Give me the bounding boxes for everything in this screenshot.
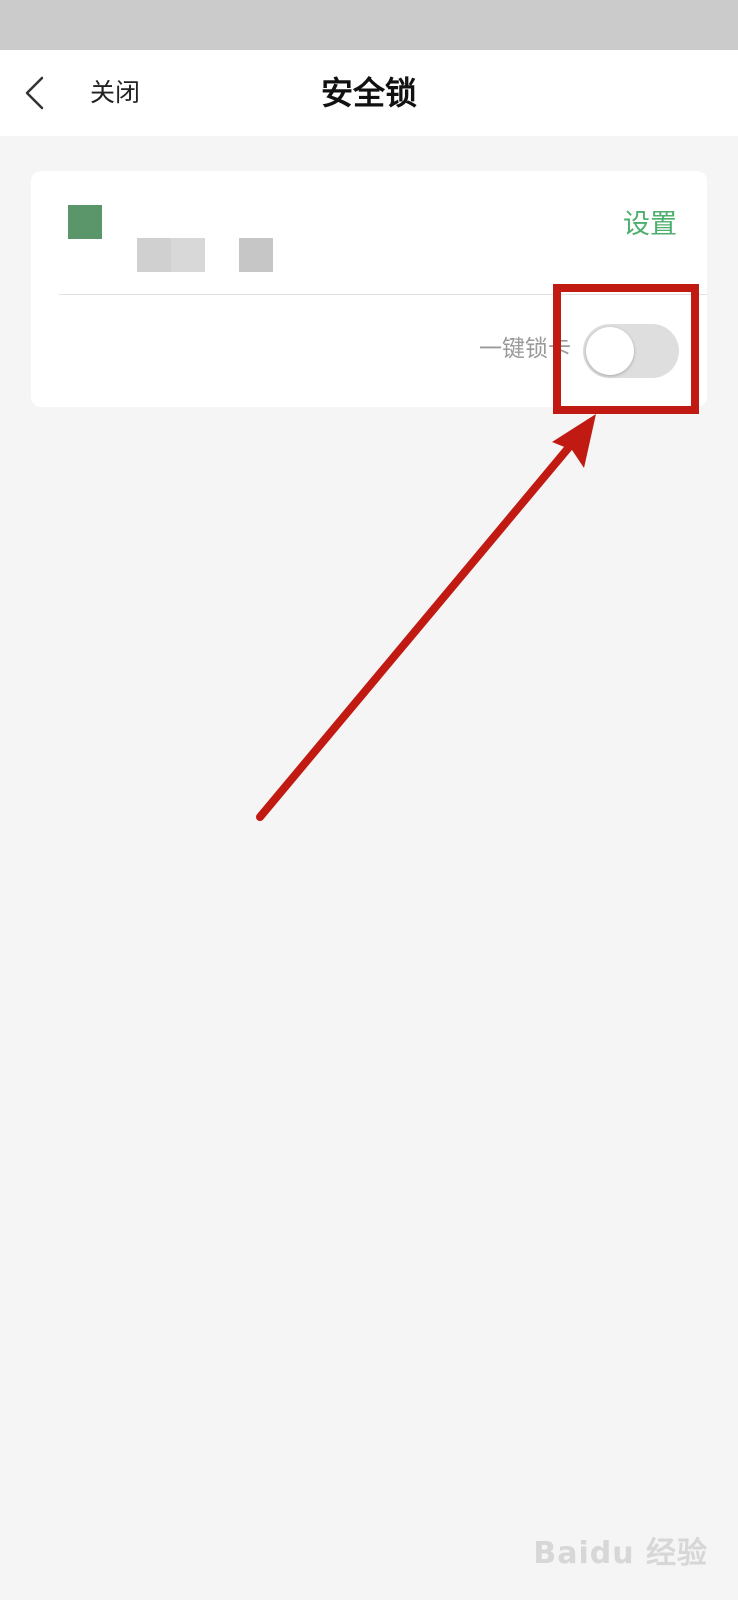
- blurred-text: [239, 238, 273, 272]
- page-title: 安全锁: [320, 74, 417, 112]
- annotation-highlight-box: [553, 284, 699, 414]
- status-bar: [0, 0, 738, 50]
- blurred-text: [137, 238, 171, 272]
- settings-link[interactable]: 设置: [623, 209, 677, 241]
- watermark-logo: Baidu 经验: [533, 1536, 708, 1571]
- nav-bar: 关闭 安全锁: [0, 50, 738, 136]
- card-avatar: [68, 205, 102, 239]
- blurred-text: [171, 238, 205, 272]
